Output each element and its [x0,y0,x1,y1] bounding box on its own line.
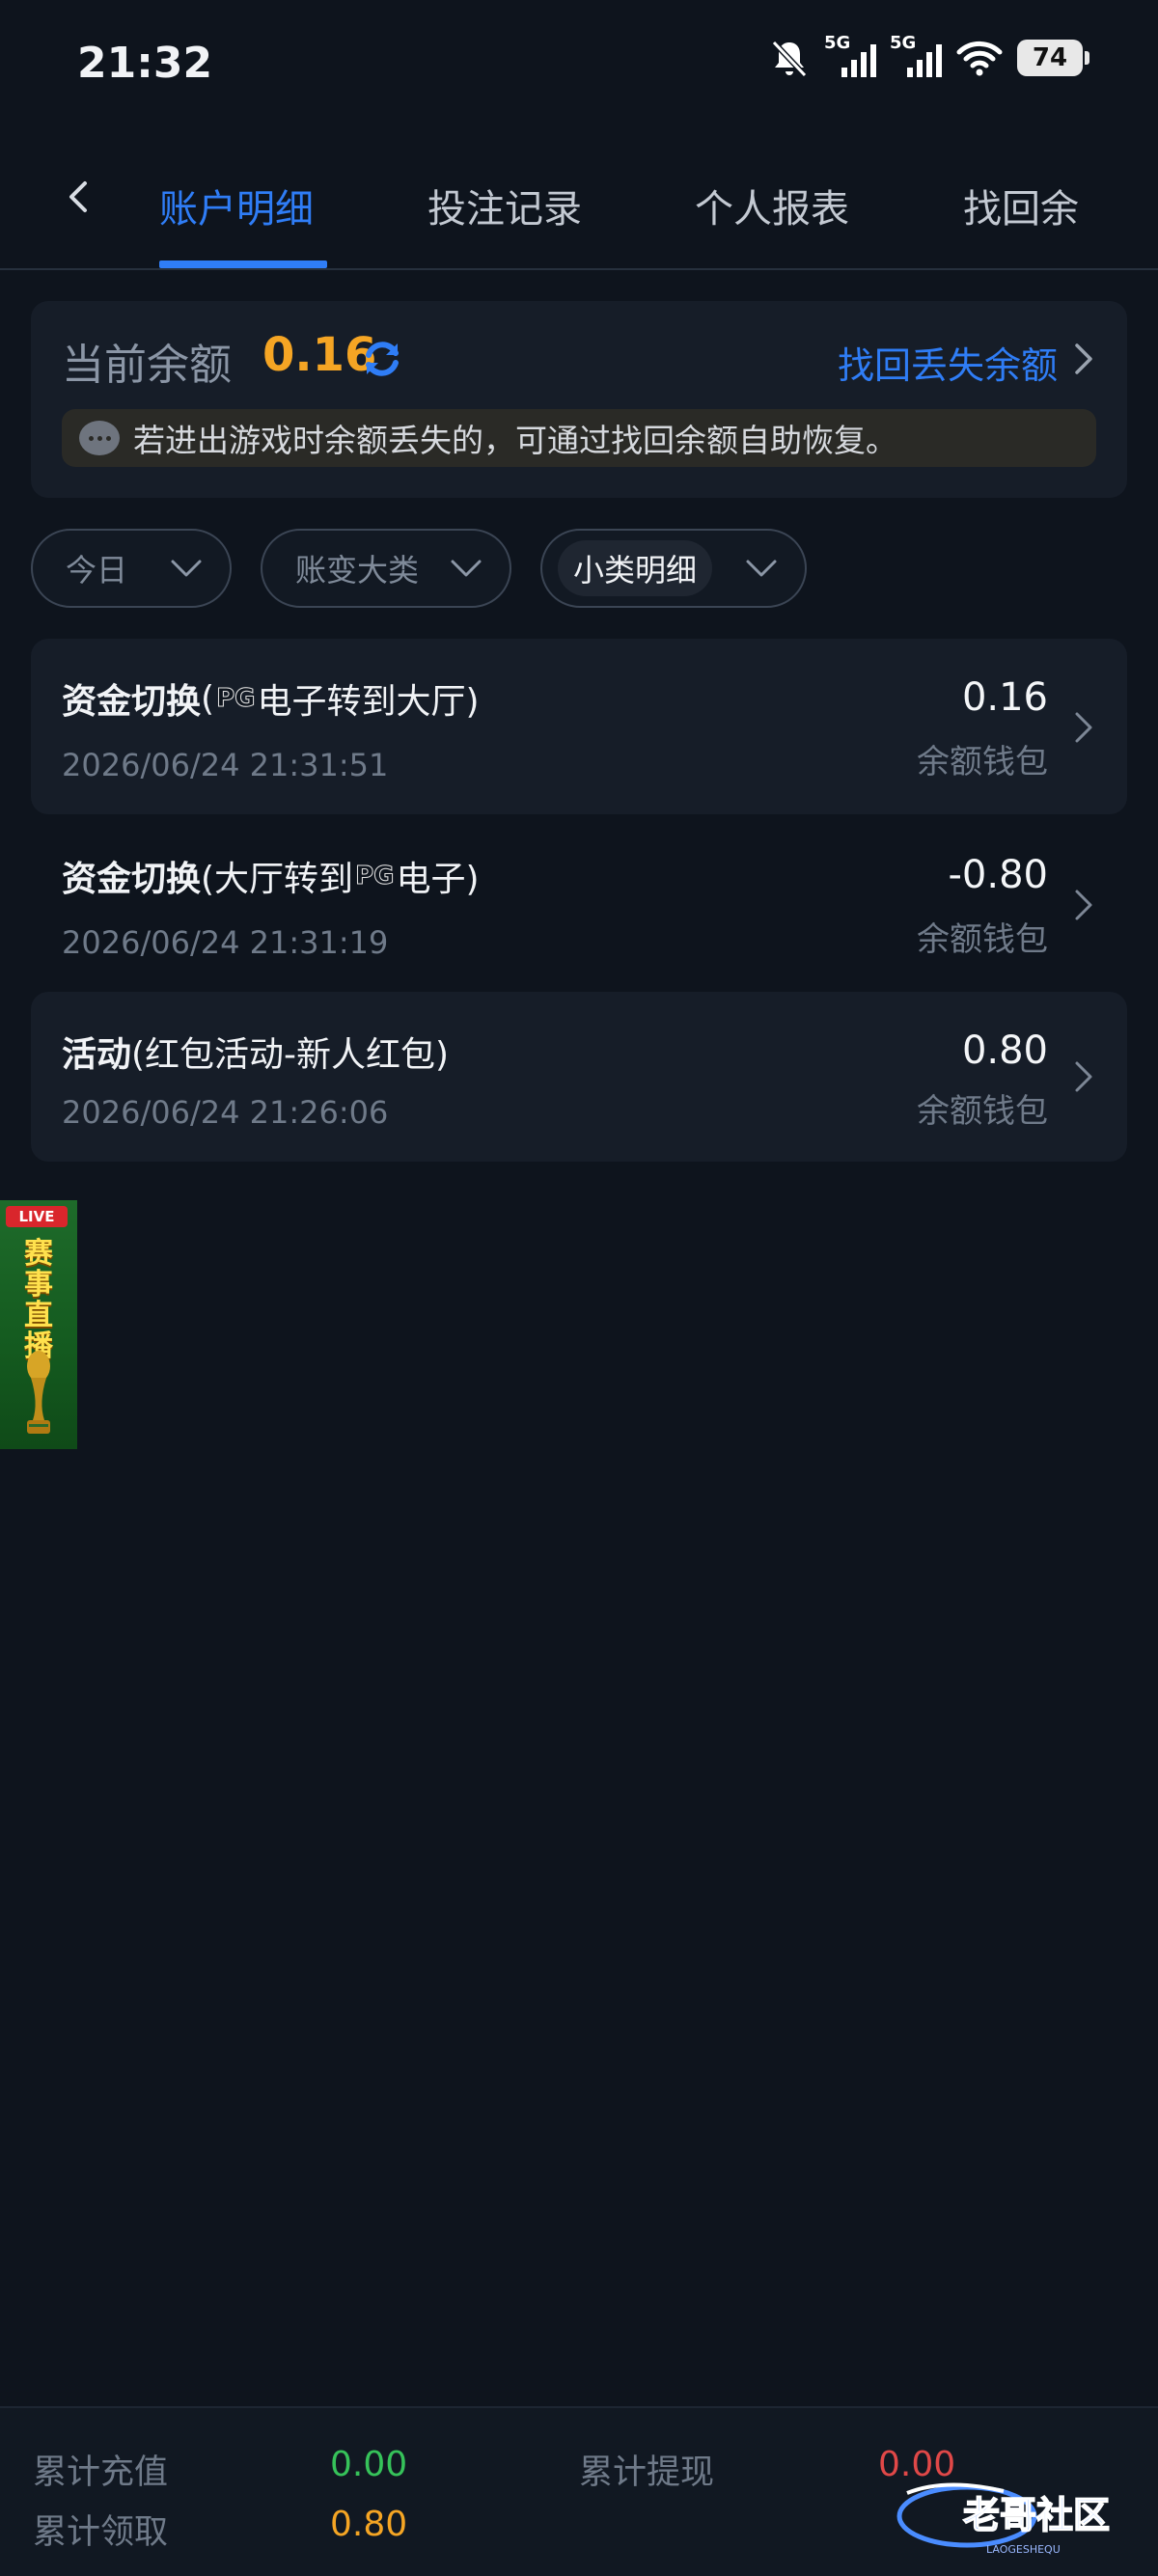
record-time: 2026/06/24 21:26:06 [62,1094,389,1131]
network-type-label-2: 5G [890,33,917,53]
live-badge: LIVE [6,1206,68,1227]
top-tab-bar: 账户明细 投注记录 个人报表 找回余 [0,135,1158,270]
tab-personal-report[interactable]: 个人报表 [695,178,849,233]
active-tab-indicator [159,260,327,268]
chevron-right-icon [1075,712,1092,743]
record-time: 2026/06/24 21:31:19 [62,924,389,961]
record-amount: 0.16 [961,675,1048,720]
filter-sub-category[interactable]: 小类明细 [540,529,807,608]
record-detail-post: 电子转到大厅) [257,682,480,722]
watermark-subtext: LAOGESHEQU [986,2543,1061,2556]
list-item[interactable]: 资金切换 ( PG 电子转到大厅) 2026/06/24 21:31:51 0.… [31,639,1127,814]
refresh-icon[interactable] [359,336,405,382]
back-arrow-icon[interactable] [60,178,98,216]
pg-logo-icon: PG [355,862,395,891]
chevron-down-icon [746,560,777,577]
balance-card: 当前余额 0.16 找回丢失余额 若进出游戏时余额丢失的，可通过找回余额自助恢复… [31,301,1127,498]
cellular-signal-icon: 5G [824,33,876,77]
wifi-icon [956,41,1003,76]
tab-recover-balance[interactable]: 找回余 [963,178,1079,233]
total-claim-label: 累计领取 [33,2513,169,2552]
account-details-screen: 21:32 5G 5G 74 账户明细 投注记录 个人报表 找回余 当前余额 0… [0,0,1158,2576]
record-wallet: 余额钱包 [917,1092,1048,1131]
bell-muted-icon [771,40,808,78]
live-stream-banner[interactable]: LIVE 赛 事 直 播 [0,1200,77,1449]
chevron-down-icon [451,560,482,577]
record-type: 资金切换 [62,682,202,722]
trophy-icon [27,1351,50,1434]
filter-date[interactable]: 今日 [31,529,232,608]
network-type-label: 5G [824,33,851,53]
total-recharge-value: 0.00 [330,2445,408,2484]
watermark-text: 老哥社区 [963,2494,1110,2536]
record-detail-pre: (红包活动-新人红包) [131,1035,450,1075]
battery-icon: 74 [1017,40,1089,76]
record-detail-pre: (大厅转到 [201,860,354,899]
record-title: 活动 (红包活动-新人红包) [62,1027,449,1077]
filter-date-label: 今日 [66,552,128,589]
total-claim-value: 0.80 [330,2505,408,2544]
chevron-right-icon [1075,890,1092,920]
pg-logo-icon: PG [216,684,256,714]
record-time: 2026/06/24 21:31:51 [62,747,389,783]
record-detail-post: 电子) [396,860,480,899]
tab-bet-records[interactable]: 投注记录 [427,178,582,233]
record-detail-pre: ( [201,678,215,719]
record-title: 资金切换 (大厅转到 PG 电子) [62,851,480,901]
filter-main-category-label: 账变大类 [295,552,420,589]
total-recharge-label: 累计充值 [33,2453,169,2492]
list-item[interactable]: 资金切换 (大厅转到 PG 电子) 2026/06/24 21:31:19 -0… [31,816,1127,992]
status-bar: 21:32 5G 5G 74 [0,0,1158,135]
chevron-down-icon [171,560,202,577]
cellular-signal-icon-2: 5G [890,33,942,77]
watermark-logo: 老哥社区 LAOGESHEQU [896,2482,1111,2556]
status-time: 21:32 [77,39,213,88]
filter-main-category[interactable]: 账变大类 [261,529,511,608]
balance-notice: 若进出游戏时余额丢失的，可通过找回余额自助恢复。 [62,409,1096,467]
record-amount: -0.80 [948,853,1049,897]
record-title: 资金切换 ( PG 电子转到大厅) [62,673,480,724]
notice-text: 若进出游戏时余额丢失的，可通过找回余额自助恢复。 [133,422,897,459]
filter-sub-category-label: 小类明细 [558,540,713,596]
tab-account-details[interactable]: 账户明细 [159,178,314,233]
list-item[interactable]: 活动 (红包活动-新人红包) 2026/06/24 21:26:06 0.80 … [31,992,1127,1162]
balance-label: 当前余额 [62,341,232,390]
recover-lost-balance-link[interactable]: 找回丢失余额 [838,336,1058,389]
record-wallet: 余额钱包 [917,920,1048,959]
status-icons: 5G 5G 74 [768,33,1089,79]
chat-bubble-icon [79,421,120,455]
record-wallet: 余额钱包 [917,743,1048,781]
record-type: 资金切换 [62,860,202,899]
chevron-right-icon [1075,1061,1092,1092]
record-amount: 0.80 [961,1028,1048,1073]
chevron-right-icon[interactable] [1069,342,1098,376]
record-type: 活动 [62,1035,132,1075]
total-withdraw-label: 累计提现 [579,2453,715,2492]
